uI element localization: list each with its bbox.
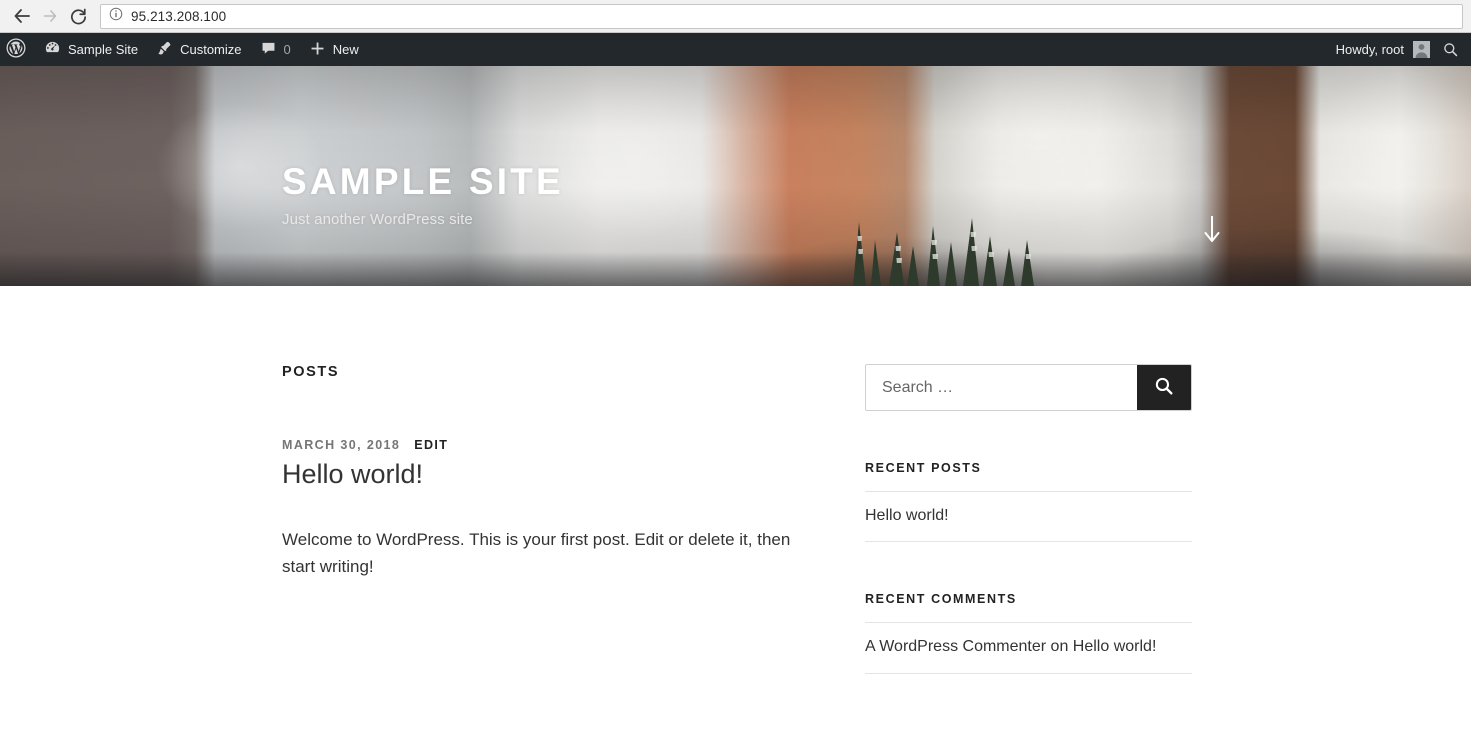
plus-icon [309, 40, 326, 60]
browser-toolbar: 95.213.208.100 [0, 0, 1471, 33]
widget-recent-posts-title: Recent Posts [865, 461, 982, 475]
forward-button[interactable] [36, 2, 64, 30]
url-text: 95.213.208.100 [131, 8, 227, 24]
address-bar[interactable]: 95.213.208.100 [100, 3, 1463, 29]
wp-admin-bar: Sample Site Customize 0 New Howdy, root [0, 33, 1471, 66]
adminbar-customize-label: Customize [180, 42, 242, 57]
site-header: Sample Site Just another WordPress site [0, 66, 1471, 286]
adminbar-comments[interactable]: 0 [251, 33, 300, 66]
search-input[interactable] [866, 365, 1137, 410]
site-title[interactable]: Sample Site [282, 161, 1471, 203]
adminbar-my-account[interactable]: Howdy, root [1336, 33, 1430, 66]
post-date[interactable]: March 30, 2018 [282, 438, 400, 452]
recent-comments-list: A WordPress Commenter on Hello world! [865, 622, 1192, 674]
sidebar: Recent Posts Hello world! Recent Comment… [865, 364, 1192, 724]
post-edit-link[interactable]: Edit [414, 438, 448, 452]
reload-button[interactable] [64, 2, 92, 30]
wordpress-logo-icon [6, 38, 26, 61]
list-item[interactable]: Hello world! [865, 491, 1192, 543]
comment-post-link[interactable]: Hello world! [1073, 638, 1157, 655]
avatar [1413, 41, 1430, 58]
recent-posts-list: Hello world! [865, 491, 1192, 543]
search-icon [1153, 375, 1175, 400]
adminbar-howdy-label: Howdy, root [1335, 42, 1404, 57]
paintbrush-icon [156, 40, 173, 60]
adminbar-new-content[interactable]: New [300, 33, 368, 66]
recent-post-link[interactable]: Hello world! [865, 507, 949, 524]
adminbar-comments-count: 0 [283, 42, 291, 57]
page-content: Posts March 30, 2018 Edit Hello world! W… [0, 286, 1471, 724]
adminbar-site-name-label: Sample Site [68, 42, 139, 57]
post-title[interactable]: Hello world! [282, 458, 820, 492]
scroll-down-arrow-icon[interactable] [1201, 214, 1223, 249]
widget-recent-posts: Recent Posts Hello world! [865, 461, 1192, 543]
adminbar-site-name[interactable]: Sample Site [35, 33, 147, 66]
adminbar-search-button[interactable] [1442, 41, 1459, 58]
post-meta: March 30, 2018 Edit [282, 438, 820, 452]
site-tagline: Just another WordPress site [282, 210, 473, 228]
header-bottom-shadow [0, 252, 1471, 286]
adminbar-new-label: New [332, 42, 359, 57]
list-item[interactable]: A WordPress Commenter on Hello world! [865, 622, 1192, 674]
search-submit-button[interactable] [1137, 365, 1191, 410]
widget-recent-comments-title: Recent Comments [865, 592, 1017, 607]
comment-connector: on [1050, 638, 1069, 656]
primary-content-column: Posts March 30, 2018 Edit Hello world! W… [282, 364, 820, 724]
back-button[interactable] [8, 2, 36, 30]
posts-section-heading: Posts [282, 364, 340, 380]
widget-recent-comments: Recent Comments A WordPress Commenter on… [865, 592, 1192, 674]
wordpress-logo-menu[interactable] [0, 33, 35, 66]
search-form [865, 364, 1192, 411]
adminbar-customize[interactable]: Customize [147, 33, 250, 66]
comment-bubble-icon [260, 40, 277, 60]
site-info-icon[interactable] [109, 7, 123, 26]
post-article: March 30, 2018 Edit Hello world! Welcome… [282, 438, 820, 581]
comment-author-link[interactable]: A WordPress Commenter [865, 638, 1046, 655]
dashboard-icon [44, 40, 61, 60]
post-excerpt: Welcome to WordPress. This is your first… [282, 529, 791, 577]
